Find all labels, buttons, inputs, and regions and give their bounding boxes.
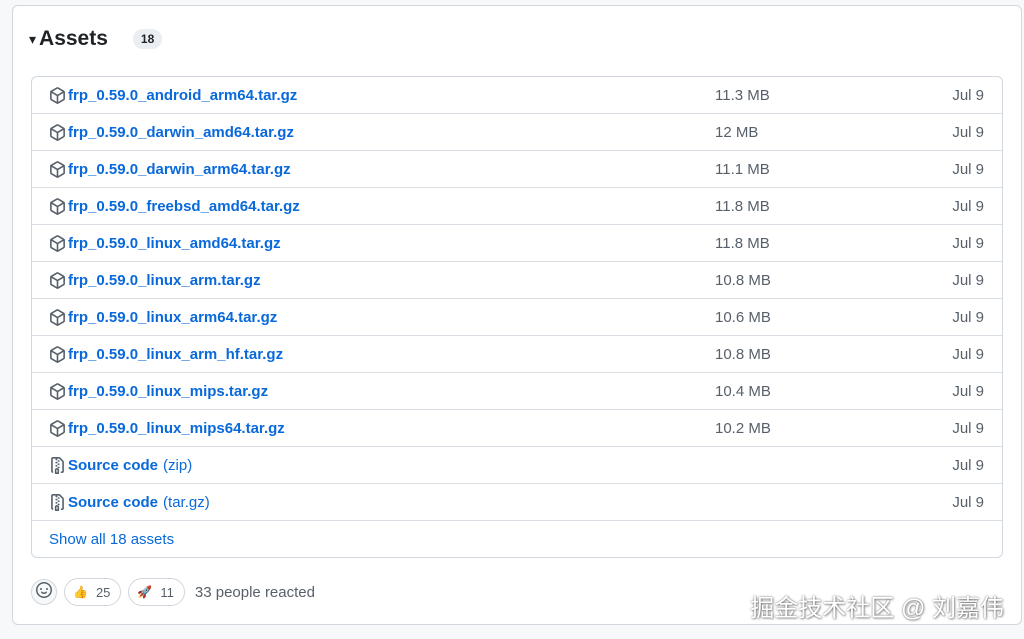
package-icon <box>49 308 66 326</box>
asset-name: frp_0.59.0_linux_arm.tar.gz <box>68 271 261 289</box>
show-all-assets-link[interactable]: Show all 18 assets <box>49 531 174 548</box>
add-reaction-button[interactable] <box>31 579 57 605</box>
asset-row: frp_0.59.0_linux_arm_hf.tar.gz 10.8 MB J… <box>32 336 1002 373</box>
asset-row: frp_0.59.0_linux_arm64.tar.gz 10.6 MB Ju… <box>32 299 1002 336</box>
show-all-row: Show all 18 assets <box>32 521 1002 557</box>
asset-row: frp_0.59.0_freebsd_amd64.tar.gz 11.8 MB … <box>32 188 1002 225</box>
caret-down-icon: ▾ <box>29 31 37 47</box>
asset-name: frp_0.59.0_freebsd_amd64.tar.gz <box>68 197 300 215</box>
asset-link[interactable]: frp_0.59.0_freebsd_amd64.tar.gz <box>49 198 300 215</box>
package-icon <box>49 419 66 437</box>
reactions-bar: 👍 25 🚀 11 33 people reacted <box>31 578 315 606</box>
asset-size: 10.8 MB <box>715 345 771 363</box>
package-icon <box>49 382 66 400</box>
asset-link[interactable]: frp_0.59.0_linux_mips64.tar.gz <box>49 420 285 437</box>
asset-link[interactable]: frp_0.59.0_linux_arm64.tar.gz <box>49 309 277 326</box>
asset-link[interactable]: frp_0.59.0_darwin_arm64.tar.gz <box>49 161 291 178</box>
source-code-zip-link[interactable]: Source code (zip) <box>49 456 193 474</box>
asset-size: 10.8 MB <box>715 271 771 289</box>
package-icon <box>49 160 66 178</box>
asset-size: 10.2 MB <box>715 419 771 437</box>
asset-name: frp_0.59.0_darwin_amd64.tar.gz <box>68 123 294 141</box>
asset-date: Jul 9 <box>952 456 984 474</box>
asset-suffix: (zip) <box>163 456 193 474</box>
asset-link[interactable]: frp_0.59.0_darwin_amd64.tar.gz <box>49 124 294 141</box>
asset-size: 10.6 MB <box>715 308 771 326</box>
package-icon <box>49 345 66 363</box>
package-icon <box>49 197 66 215</box>
reaction-count: 25 <box>95 584 111 600</box>
asset-link[interactable]: frp_0.59.0_android_arm64.tar.gz <box>49 87 297 104</box>
asset-size: 11.3 MB <box>715 86 770 104</box>
asset-suffix: (tar.gz) <box>163 493 210 511</box>
asset-name: frp_0.59.0_darwin_arm64.tar.gz <box>68 160 291 178</box>
reaction-count: 11 <box>160 584 174 600</box>
asset-row: frp_0.59.0_darwin_arm64.tar.gz 11.1 MB J… <box>32 151 1002 188</box>
asset-date: Jul 9 <box>952 419 984 437</box>
asset-date: Jul 9 <box>952 197 984 215</box>
asset-row: frp_0.59.0_darwin_amd64.tar.gz 12 MB Jul… <box>32 114 1002 151</box>
asset-size: 12 MB <box>715 123 759 141</box>
asset-row: frp_0.59.0_linux_mips.tar.gz 10.4 MB Jul… <box>32 373 1002 410</box>
rocket-icon: 🚀 <box>137 585 153 599</box>
asset-size: 11.8 MB <box>715 234 770 252</box>
asset-link[interactable]: frp_0.59.0_linux_arm.tar.gz <box>49 272 261 289</box>
asset-date: Jul 9 <box>952 123 984 141</box>
asset-date: Jul 9 <box>952 308 984 326</box>
asset-name: frp_0.59.0_linux_arm64.tar.gz <box>68 308 278 326</box>
asset-size: 10.4 MB <box>715 382 771 400</box>
file-zip-icon <box>49 456 66 474</box>
asset-row: frp_0.59.0_linux_mips64.tar.gz 10.2 MB J… <box>32 410 1002 447</box>
package-icon <box>49 86 66 104</box>
asset-date: Jul 9 <box>952 86 984 104</box>
asset-name: frp_0.59.0_linux_mips64.tar.gz <box>68 419 285 437</box>
asset-name: Source code <box>68 493 159 511</box>
watermark: 掘金技术社区 @ 刘嘉伟 <box>750 595 1004 622</box>
asset-row: frp_0.59.0_linux_amd64.tar.gz 11.8 MB Ju… <box>32 225 1002 262</box>
assets-count-badge: 18 <box>132 29 163 49</box>
asset-date: Jul 9 <box>952 160 984 178</box>
thumbs-up-reaction-button[interactable]: 👍 25 <box>64 578 122 606</box>
asset-date: Jul 9 <box>952 493 984 511</box>
asset-name: frp_0.59.0_linux_mips.tar.gz <box>68 382 269 400</box>
assets-list: frp_0.59.0_android_arm64.tar.gz 11.3 MB … <box>31 76 1003 558</box>
asset-name: frp_0.59.0_linux_arm_hf.tar.gz <box>68 345 284 363</box>
asset-row: Source code (tar.gz) Jul 9 <box>32 484 1002 521</box>
asset-size: 11.1 MB <box>715 160 770 178</box>
asset-row: Source code (zip) Jul 9 <box>32 447 1002 484</box>
asset-row: frp_0.59.0_android_arm64.tar.gz 11.3 MB … <box>32 77 1002 114</box>
asset-name: Source code <box>68 456 159 474</box>
package-icon <box>49 271 66 289</box>
asset-name: frp_0.59.0_android_arm64.tar.gz <box>68 86 298 104</box>
asset-date: Jul 9 <box>952 234 984 252</box>
asset-size: 11.8 MB <box>715 197 770 215</box>
rocket-reaction-button[interactable]: 🚀 11 <box>128 578 185 606</box>
smiley-icon <box>36 581 52 603</box>
assets-title: Assets <box>39 27 108 50</box>
source-code-targz-link[interactable]: Source code (tar.gz) <box>49 493 210 511</box>
asset-date: Jul 9 <box>952 271 984 289</box>
thumbs-up-icon: 👍 <box>73 585 88 599</box>
file-zip-icon <box>49 493 66 511</box>
asset-date: Jul 9 <box>952 382 984 400</box>
reactions-summary: 33 people reacted <box>194 583 315 601</box>
asset-link[interactable]: frp_0.59.0_linux_mips.tar.gz <box>49 383 268 400</box>
asset-row: frp_0.59.0_linux_arm.tar.gz 10.8 MB Jul … <box>32 262 1002 299</box>
asset-link[interactable]: frp_0.59.0_linux_amd64.tar.gz <box>49 235 281 252</box>
asset-link[interactable]: frp_0.59.0_linux_arm_hf.tar.gz <box>49 346 283 363</box>
assets-summary[interactable]: ▾ Assets 18 <box>29 27 163 51</box>
package-icon <box>49 123 66 141</box>
package-icon <box>49 234 66 252</box>
asset-date: Jul 9 <box>952 345 984 363</box>
asset-name: frp_0.59.0_linux_amd64.tar.gz <box>68 234 281 252</box>
